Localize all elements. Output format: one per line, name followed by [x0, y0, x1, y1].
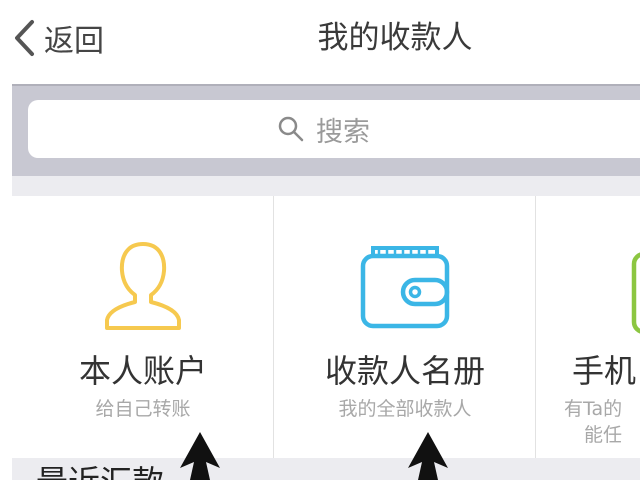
- page-title: 我的收款人: [317, 20, 473, 56]
- mobile-transfer-title: 手机: [572, 352, 637, 390]
- mobile-transfer-subtitle: 有Ta的 能任: [564, 396, 640, 448]
- section-divider: [12, 176, 640, 196]
- search-icon: [278, 116, 304, 142]
- payee-list-subtitle: 我的全部收款人: [338, 398, 472, 420]
- mobile-transfer-subtitle-line2: 能任: [584, 424, 623, 446]
- navigation-bar: 返回 我的收款人: [0, 0, 640, 84]
- search-input[interactable]: 搜索: [28, 100, 640, 158]
- search-placeholder: 搜索: [316, 116, 370, 148]
- annotation-arrow-icon: [408, 432, 448, 480]
- payees-screen: 返回 我的收款人 搜索 本人账户 给自己转账 收款人名册 我的全部收款人 手机 …: [0, 0, 640, 480]
- phone-icon: [631, 252, 640, 334]
- own-account-subtitle: 给自己转账: [95, 398, 191, 420]
- recent-transfers-title: 最近汇款: [36, 462, 164, 480]
- search-bar-area: 搜索: [12, 84, 640, 176]
- wallet-icon: [360, 246, 450, 329]
- annotation-arrow-icon: [180, 432, 220, 480]
- person-icon: [105, 242, 181, 330]
- mobile-transfer-tile[interactable]: 手机 有Ta的 能任: [536, 196, 640, 458]
- own-account-tile[interactable]: 本人账户 给自己转账: [12, 196, 274, 458]
- payee-options-grid: 本人账户 给自己转账 收款人名册 我的全部收款人 手机 有Ta的 能任: [12, 196, 640, 458]
- own-account-title: 本人账户: [78, 352, 207, 390]
- payee-list-title: 收款人名册: [324, 352, 485, 390]
- recent-transfers-section: 最近汇款: [12, 458, 640, 480]
- mobile-transfer-subtitle-line1: 有Ta的: [564, 398, 623, 420]
- payee-list-tile[interactable]: 收款人名册 我的全部收款人: [274, 196, 536, 458]
